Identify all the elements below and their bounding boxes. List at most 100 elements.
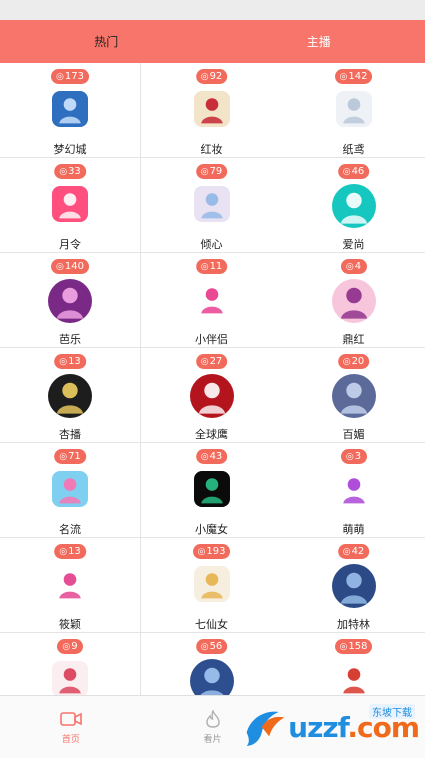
channel-cell[interactable]: ◎79 倾心 (141, 158, 282, 253)
woman-profile-icon[interactable] (332, 279, 376, 323)
purple-silhouette-icon[interactable] (48, 279, 92, 323)
pink-card-icon[interactable] (194, 281, 230, 317)
viewer-count-badge: ◎193 (193, 544, 231, 559)
channel-name: 芭乐 (0, 331, 140, 347)
channel-name: 小魔女 (141, 521, 282, 537)
location-pin-icon: ◎ (343, 167, 351, 177)
blue-fantasy-icon[interactable] (190, 659, 234, 695)
channel-cell[interactable]: ◎92 红妆 (141, 63, 282, 158)
channel-name: 萌萌 (282, 521, 425, 537)
channel-cell[interactable]: ◎173梦幻城 (0, 63, 141, 158)
location-pin-icon: ◎ (201, 642, 209, 652)
girl-red-dress-icon[interactable] (52, 661, 88, 695)
channel-cell[interactable]: ◎42 加特林 (282, 538, 425, 633)
channel-cell[interactable]: ◎46爱尚 (282, 158, 425, 253)
channel-cell[interactable]: ◎43 小魔女 (141, 443, 282, 538)
cyan-camera-icon[interactable] (332, 184, 376, 228)
channel-cell[interactable]: ◎20百媚 (282, 348, 425, 443)
viewer-count-badge: ◎13 (54, 354, 86, 369)
flame-icon (202, 710, 224, 728)
channel-name: 纸鸢 (282, 141, 425, 157)
doll-girl-icon[interactable] (194, 566, 230, 602)
channel-name: 红妆 (141, 141, 282, 157)
viewer-count-badge: ◎27 (196, 354, 228, 369)
viewer-count: 142 (348, 71, 367, 82)
viewer-count-badge: ◎46 (338, 164, 370, 179)
location-pin-icon: ◎ (59, 357, 67, 367)
m-logo-icon[interactable] (336, 471, 372, 507)
viewer-count: 92 (210, 71, 223, 82)
channel-cell[interactable]: ◎56 (141, 633, 282, 695)
location-pin-icon: ◎ (346, 262, 354, 272)
channel-cell[interactable]: ◎27 全球鹰 (141, 348, 282, 443)
viewer-count: 20 (352, 356, 365, 367)
channel-cell[interactable]: ◎142 纸鸢 (282, 63, 425, 158)
viewer-count: 13 (68, 546, 81, 557)
channel-cell[interactable]: ◎140 芭乐 (0, 253, 141, 348)
viewer-count-badge: ◎9 (57, 639, 83, 654)
viewer-count-badge: ◎43 (196, 449, 228, 464)
location-pin-icon: ◎ (343, 547, 351, 557)
warrior-blue-icon[interactable] (332, 564, 376, 608)
girl-white-icon[interactable] (336, 91, 372, 127)
channel-cell[interactable]: ◎11小伴侣 (141, 253, 282, 348)
viewer-count: 193 (206, 546, 225, 557)
location-pin-icon: ◎ (201, 72, 209, 82)
viewer-count-badge: ◎140 (51, 259, 89, 274)
viewer-count-badge: ◎158 (335, 639, 373, 654)
channel-grid: ◎173梦幻城◎92红妆◎142纸鸢◎33月令◎79倾心◎46爱尚◎140芭乐◎… (0, 63, 425, 695)
viewer-count-badge: ◎79 (196, 164, 228, 179)
anime-couple-icon[interactable] (194, 186, 230, 222)
dark-tile-icon[interactable] (194, 471, 230, 507)
rose-icon[interactable] (194, 91, 230, 127)
channel-name: 鼎红 (282, 331, 425, 347)
location-pin-icon: ◎ (198, 547, 206, 557)
location-pin-icon: ◎ (62, 642, 70, 652)
channel-cell[interactable]: ◎13 杏播 (0, 348, 141, 443)
channel-cell[interactable]: ◎193七仙女 (141, 538, 282, 633)
channel-cell[interactable]: ◎3萌萌 (282, 443, 425, 538)
viewer-count: 79 (210, 166, 223, 177)
location-pin-icon: ◎ (59, 167, 67, 177)
channel-cell[interactable]: ◎158 (282, 633, 425, 695)
rainbow-tile-icon[interactable] (52, 471, 88, 507)
viewer-count: 42 (352, 546, 365, 557)
channel-name: 加特林 (282, 616, 425, 632)
channel-name: 梦幻城 (0, 141, 140, 157)
channel-cell[interactable]: ◎71名流 (0, 443, 141, 538)
viewer-count: 158 (348, 641, 367, 652)
channel-name: 杏播 (0, 426, 140, 442)
dancer-red-icon[interactable] (190, 374, 234, 418)
viewer-count-badge: ◎92 (196, 69, 228, 84)
pink-play-icon[interactable] (52, 186, 88, 222)
nav-home[interactable]: 首页 (0, 696, 142, 758)
tab-anchor[interactable]: 主播 (213, 20, 425, 63)
channel-cell[interactable]: ◎33 月令 (0, 158, 141, 253)
channel-name: 全球鹰 (141, 426, 282, 442)
status-bar (0, 0, 425, 20)
tab-hot[interactable]: 热门 (0, 20, 213, 63)
viewer-count: 173 (65, 71, 84, 82)
channel-cell[interactable]: ◎9 (0, 633, 141, 695)
location-pin-icon: ◎ (340, 72, 348, 82)
viewer-count-badge: ◎20 (338, 354, 370, 369)
watermark: uzzf.com 东坡下载 (241, 702, 419, 752)
viewer-count: 13 (68, 356, 81, 367)
channel-cell[interactable]: ◎4 鼎红 (282, 253, 425, 348)
channel-cell[interactable]: ◎13筱颖 (0, 538, 141, 633)
viewer-count-badge: ◎33 (54, 164, 86, 179)
fantasy-girl-icon[interactable] (332, 374, 376, 418)
viewer-count-badge: ◎4 (341, 259, 367, 274)
channel-name: 名流 (0, 521, 140, 537)
viewer-count: 3 (355, 451, 361, 462)
location-pin-icon: ◎ (201, 357, 209, 367)
location-pin-icon: ◎ (201, 262, 209, 272)
channel-name: 倾心 (141, 236, 282, 252)
chili-icon[interactable] (336, 661, 372, 695)
channel-name: 月令 (0, 236, 140, 252)
viewer-count-badge: ◎13 (54, 544, 86, 559)
blue-tile-icon[interactable] (52, 91, 88, 127)
viewer-count: 43 (210, 451, 223, 462)
colorful-swirl-icon[interactable] (52, 566, 88, 602)
x-logo-icon[interactable] (48, 374, 92, 418)
